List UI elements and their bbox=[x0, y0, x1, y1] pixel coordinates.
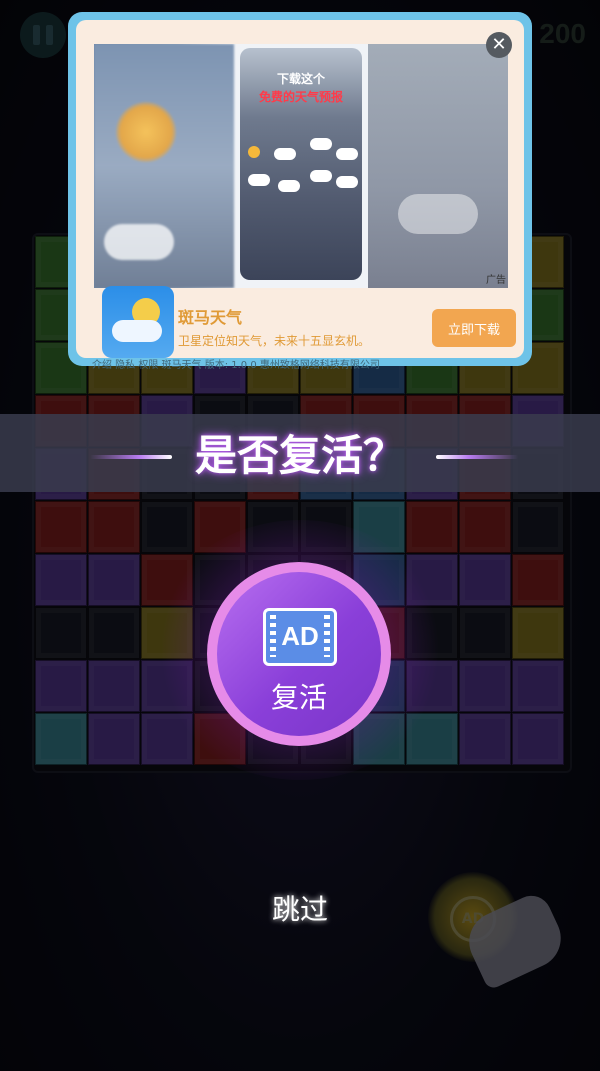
ad-label: 广告 bbox=[486, 275, 506, 286]
cloud-icon bbox=[274, 148, 296, 160]
ad-video-icon: AD bbox=[263, 608, 337, 666]
sun-icon bbox=[248, 146, 260, 158]
ad-phone-preview: 下载这个 免费的天气预报 bbox=[240, 48, 362, 280]
blurred-weather-right bbox=[368, 44, 508, 288]
revive-button[interactable]: AD 复活 bbox=[207, 562, 391, 746]
close-icon[interactable]: ✕ bbox=[486, 32, 512, 58]
sun-icon bbox=[116, 102, 176, 162]
ad-promo-line2: 免费的天气预报 bbox=[258, 90, 343, 104]
blurred-weather-left bbox=[94, 44, 234, 288]
revive-button-label: 复活 bbox=[270, 681, 327, 714]
cloud-icon bbox=[398, 194, 478, 234]
ad-card-body: 下载这个 免费的天气预报 广告 斑马天气 卫星定位知天气，未来十五显玄机。 立即… bbox=[76, 20, 524, 358]
app-name: 斑马天气 bbox=[178, 308, 243, 327]
ad-video-preview[interactable]: 下载这个 免费的天气预报 广告 bbox=[94, 44, 508, 288]
cloud-icon bbox=[336, 148, 358, 160]
skip-button[interactable]: 跳过 bbox=[250, 888, 350, 928]
revive-title: 是否复活？ bbox=[194, 431, 405, 480]
cloud-icon bbox=[310, 170, 332, 182]
download-button[interactable]: 立即下载 bbox=[432, 309, 516, 347]
cloud-icon bbox=[336, 176, 358, 188]
revive-button-face: AD 复活 bbox=[217, 572, 381, 736]
cloud-icon bbox=[310, 138, 332, 150]
ad-footer-info[interactable]: 介绍 隐私 权限 斑马天气 版本: 1.0.0 惠州致格网络科技有限公司 bbox=[92, 356, 380, 371]
film-strip-right bbox=[324, 615, 330, 657]
cloud-icon bbox=[112, 320, 162, 342]
cloud-icon bbox=[278, 180, 300, 192]
cloud-icon bbox=[248, 174, 270, 186]
ad-card[interactable]: 下载这个 免费的天气预报 广告 斑马天气 卫星定位知天气，未来十五显玄机。 立即… bbox=[68, 12, 532, 366]
cloud-icon bbox=[104, 224, 174, 260]
app-description: 卫星定位知天气，未来十五显玄机。 bbox=[178, 334, 371, 348]
ad-promo-line1: 下载这个 bbox=[276, 72, 325, 86]
app-icon[interactable] bbox=[102, 286, 174, 358]
